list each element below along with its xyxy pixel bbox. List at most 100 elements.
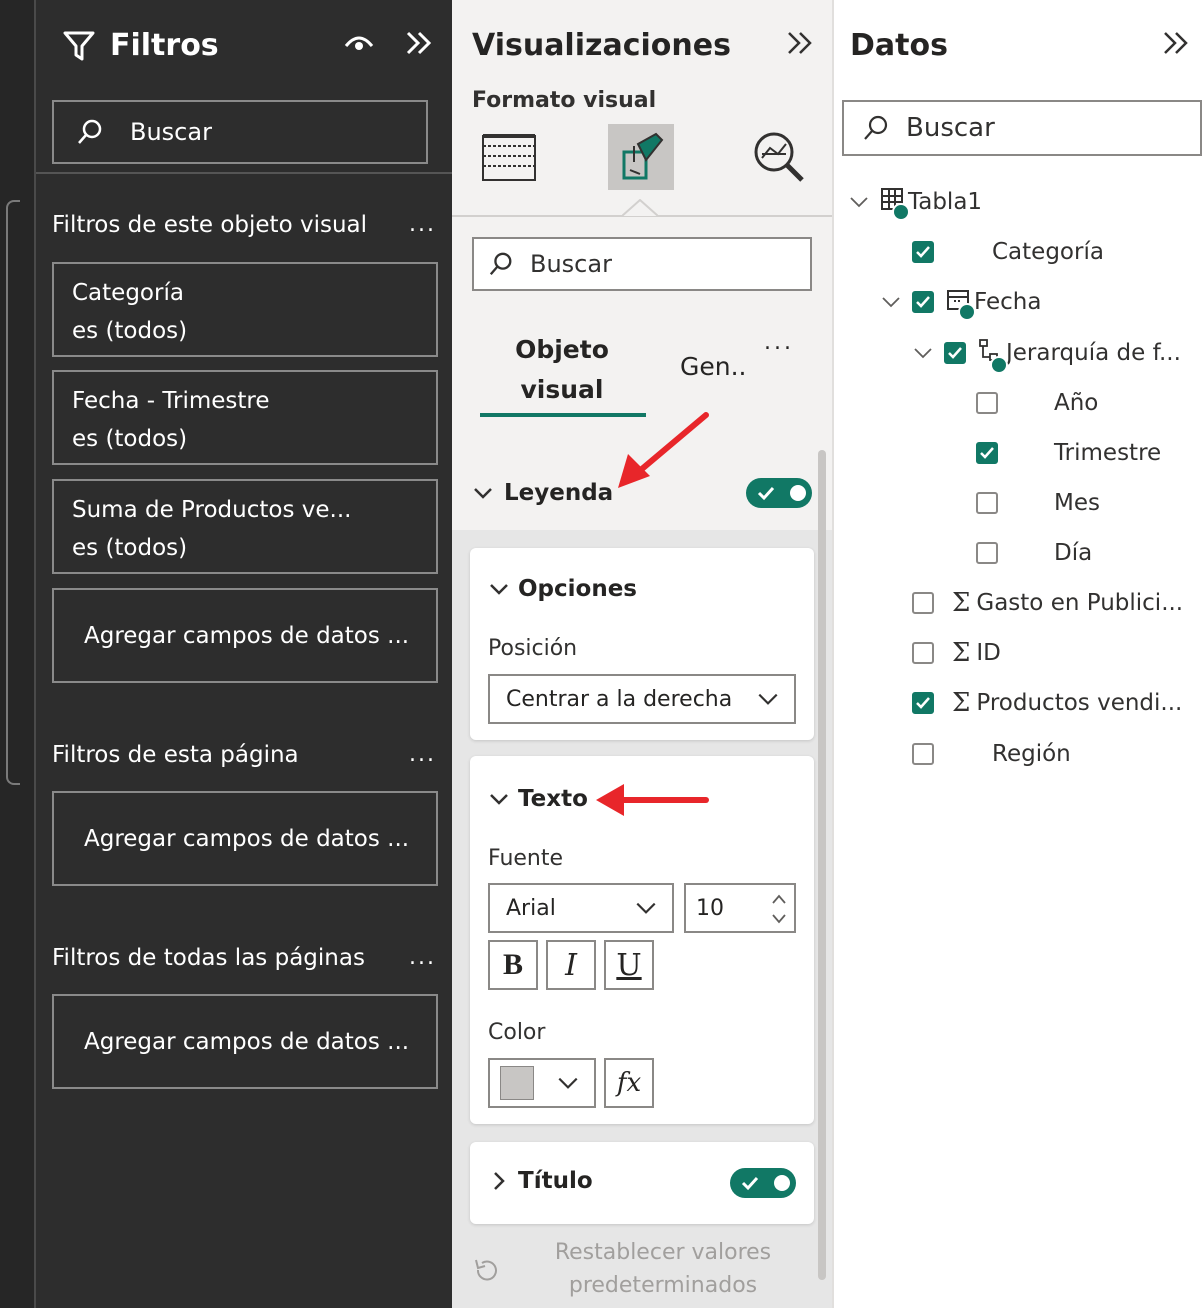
field-mes[interactable]: Mes — [976, 483, 1100, 523]
legend-section-header[interactable]: Leyenda — [472, 476, 812, 510]
bold-button[interactable]: B — [488, 940, 538, 990]
chevron-down-icon — [914, 348, 932, 359]
options-header[interactable]: Opciones — [488, 576, 637, 602]
add-fields-visual-dropzone[interactable]: Agregar campos de datos ... — [52, 588, 438, 683]
title-toggle[interactable] — [730, 1168, 796, 1198]
filter-card-productos[interactable]: Suma de Productos ve... es (todos) — [52, 479, 438, 574]
tab-label-line2: visual — [520, 375, 604, 404]
font-family-value: Arial — [506, 895, 556, 921]
tab-objeto-visual[interactable]: Objeto visual — [482, 330, 642, 410]
sigma-icon: Σ — [952, 638, 971, 668]
text-card: Texto Fuente Arial 10 B I U Color fx — [470, 756, 814, 1124]
all-pages-filters-section: Filtros de todas las páginas ... — [52, 945, 436, 971]
data-title: Datos — [850, 28, 948, 63]
filters-search-placeholder: Buscar — [130, 118, 212, 146]
divider — [36, 172, 454, 174]
font-size-stepper[interactable]: 10 — [684, 883, 796, 933]
reset-label: Restablecer valores predeterminados — [554, 1240, 772, 1298]
options-label: Opciones — [518, 576, 637, 602]
checkbox-unchecked[interactable] — [912, 592, 934, 614]
position-label: Posición — [488, 636, 578, 661]
title-header[interactable]: Título — [488, 1168, 593, 1194]
viz-subtitle: Formato visual — [472, 88, 657, 113]
chevron-down-icon — [558, 1077, 578, 1089]
format-visual-tab[interactable] — [608, 124, 674, 190]
title-label: Título — [518, 1168, 593, 1194]
filter-card-categoria[interactable]: Categoría es (todos) — [52, 262, 438, 357]
collapse-data-icon[interactable] — [1162, 30, 1190, 56]
tab-general[interactable]: Gen.. — [680, 352, 747, 381]
field-anio[interactable]: Año — [976, 383, 1098, 423]
build-visual-tab[interactable] — [476, 124, 542, 190]
filters-search-input[interactable]: Buscar — [52, 100, 428, 164]
field-id[interactable]: Σ ID — [912, 633, 1001, 673]
underline-button[interactable]: U — [604, 940, 654, 990]
checkbox-unchecked[interactable] — [976, 542, 998, 564]
add-fields-all-pages-dropzone[interactable]: Agregar campos de datos ... — [52, 994, 438, 1089]
field-productos[interactable]: Σ Productos vendi... — [912, 683, 1182, 723]
search-icon — [864, 115, 888, 140]
position-dropdown[interactable]: Centrar a la derecha — [488, 674, 796, 724]
checkbox-unchecked[interactable] — [912, 642, 934, 664]
field-label: Año — [1054, 390, 1099, 416]
text-header[interactable]: Texto — [488, 786, 588, 812]
field-trimestre[interactable]: Trimestre — [976, 433, 1161, 473]
field-dia[interactable]: Día — [976, 533, 1092, 573]
more-options-button[interactable]: ... — [409, 742, 436, 768]
section-title: Filtros de este objeto visual — [52, 212, 368, 238]
viz-scrollbar[interactable] — [818, 450, 826, 1280]
conditional-format-fx-button[interactable]: fx — [604, 1058, 654, 1108]
add-fields-page-dropzone[interactable]: Agregar campos de datos ... — [52, 791, 438, 886]
chevron-down-icon — [758, 693, 778, 705]
checkbox-unchecked[interactable] — [976, 492, 998, 514]
viz-search-placeholder: Buscar — [530, 250, 612, 278]
filters-title: Filtros — [110, 28, 219, 63]
more-options-button[interactable]: ... — [409, 945, 436, 971]
checkbox-checked[interactable] — [976, 442, 998, 464]
reset-defaults-button[interactable]: Restablecer valores predeterminados — [452, 1236, 832, 1302]
collapse-filters-icon[interactable] — [404, 30, 434, 56]
viz-search-input[interactable]: Buscar — [472, 237, 812, 291]
tab-pointer — [622, 199, 658, 217]
check-icon — [741, 1176, 759, 1191]
checkbox-checked[interactable] — [912, 291, 934, 313]
field-gasto[interactable]: Σ Gasto en Publici... — [912, 583, 1183, 623]
analytics-tab[interactable] — [746, 124, 812, 190]
checkbox-unchecked[interactable] — [976, 392, 998, 414]
field-jerarquia[interactable]: Jerarquía de f... — [912, 333, 1181, 374]
filter-icon — [63, 31, 95, 60]
filter-card-fecha[interactable]: Fecha - Trimestre es (todos) — [52, 370, 438, 465]
filter-state: es (todos) — [72, 426, 188, 452]
collapse-viz-icon[interactable] — [786, 30, 814, 56]
checkbox-checked[interactable] — [944, 342, 966, 364]
checkbox-checked[interactable] — [912, 692, 934, 714]
more-options-button[interactable]: ... — [409, 212, 436, 238]
field-categoria[interactable]: Categoría — [912, 232, 1104, 272]
field-label: Región — [992, 741, 1071, 767]
sigma-icon: Σ — [952, 688, 971, 718]
field-label: Productos vendi... — [976, 690, 1183, 716]
eye-icon[interactable] — [344, 32, 374, 54]
chevron-down-icon — [850, 197, 868, 208]
spin-arrows-icon[interactable] — [770, 891, 788, 927]
field-fecha[interactable]: Fecha — [880, 282, 1041, 322]
data-search-input[interactable]: Buscar — [842, 100, 1202, 156]
vertical-scrollbar[interactable] — [6, 200, 20, 785]
filter-state: es (todos) — [72, 318, 188, 344]
checkbox-checked[interactable] — [912, 241, 934, 263]
section-title: Filtros de esta página — [52, 742, 299, 768]
font-color-picker[interactable] — [488, 1058, 596, 1108]
field-label: Día — [1054, 540, 1093, 566]
italic-button[interactable]: I — [546, 940, 596, 990]
filters-pane: Filtros Buscar Filtros de este objeto vi… — [34, 0, 454, 1308]
legend-toggle[interactable] — [746, 478, 812, 508]
field-region[interactable]: Región — [912, 734, 1071, 774]
font-family-dropdown[interactable]: Arial — [488, 883, 674, 933]
tree-node-tabla1[interactable]: Tabla1 — [848, 182, 982, 222]
tab-label-line1: Objeto — [515, 335, 609, 364]
tabs-more-button[interactable]: ... — [764, 330, 794, 355]
check-icon — [757, 486, 775, 501]
undo-icon — [475, 1259, 497, 1281]
checkbox-unchecked[interactable] — [912, 743, 934, 765]
color-swatch — [500, 1066, 534, 1100]
